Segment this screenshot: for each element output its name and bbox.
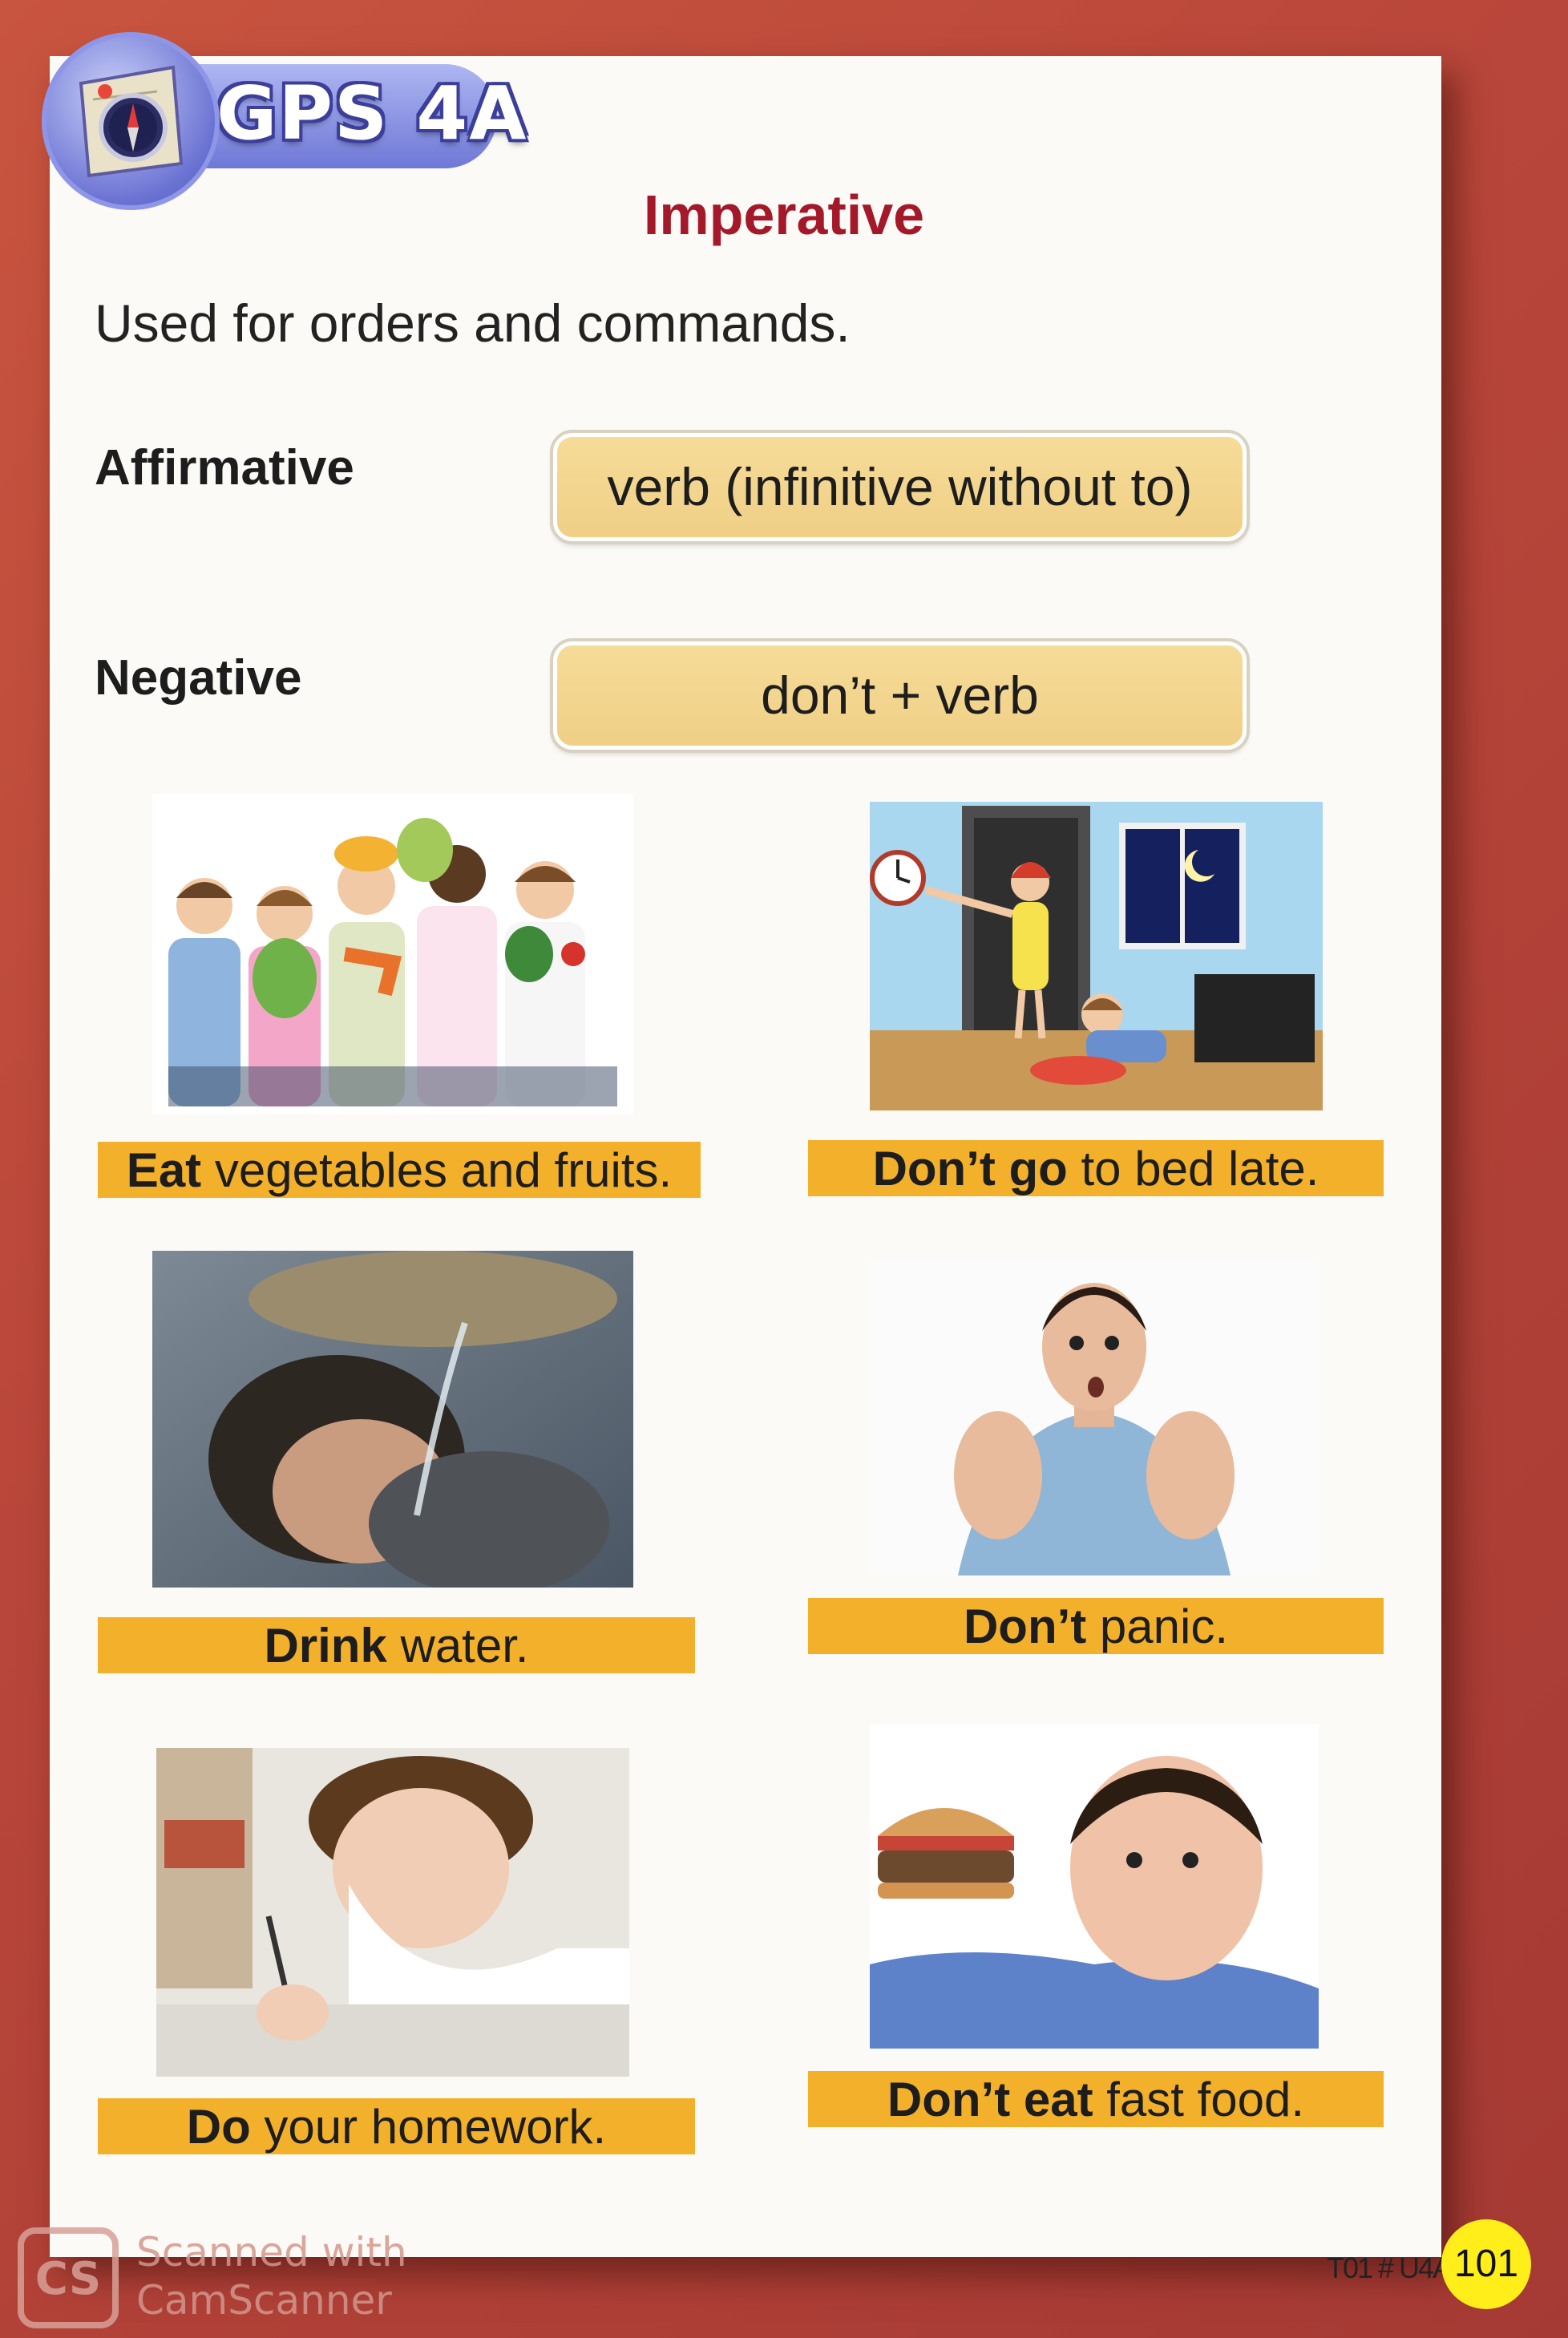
page-number: 101: [1441, 2219, 1531, 2309]
caption-eat: Eat vegetables and fruits.: [98, 1142, 701, 1198]
mother-pointing-image: [870, 802, 1323, 1110]
caption-do-homework: Do your homework.: [98, 2098, 695, 2154]
unit-badge-label: GPS 4A: [216, 71, 528, 156]
affirmative-formula: verb (infinitive without to): [550, 430, 1250, 544]
negative-label: Negative: [95, 650, 302, 706]
camscanner-logo-icon: CS: [18, 2227, 119, 2328]
affirmative-label: Affirmative: [95, 440, 354, 496]
svg-text:CS: CS: [35, 2253, 101, 2305]
boy-drinking-water-image: [152, 1251, 633, 1588]
caption-dont-go: Don’t go to bed late.: [808, 1140, 1384, 1196]
caption-dont-eat: Don’t eat fast food.: [808, 2071, 1384, 2127]
caption-drink: Drink water.: [98, 1617, 695, 1673]
page-title: Imperative: [643, 184, 925, 246]
panicked-man-image: [870, 1259, 1319, 1576]
watermark-line2: CamScanner: [136, 2277, 392, 2324]
man-burger-image: [870, 1724, 1319, 2049]
description: Used for orders and commands.: [95, 293, 851, 353]
negative-formula: don’t + verb: [550, 638, 1250, 753]
unit-code: T01 # U4A: [1327, 2251, 1452, 2284]
caption-dont-panic: Don’t panic.: [808, 1598, 1384, 1654]
children-vegetables-image: [152, 794, 633, 1114]
watermark-line1: Scanned with: [136, 2229, 407, 2275]
boy-homework-image: [156, 1748, 629, 2077]
